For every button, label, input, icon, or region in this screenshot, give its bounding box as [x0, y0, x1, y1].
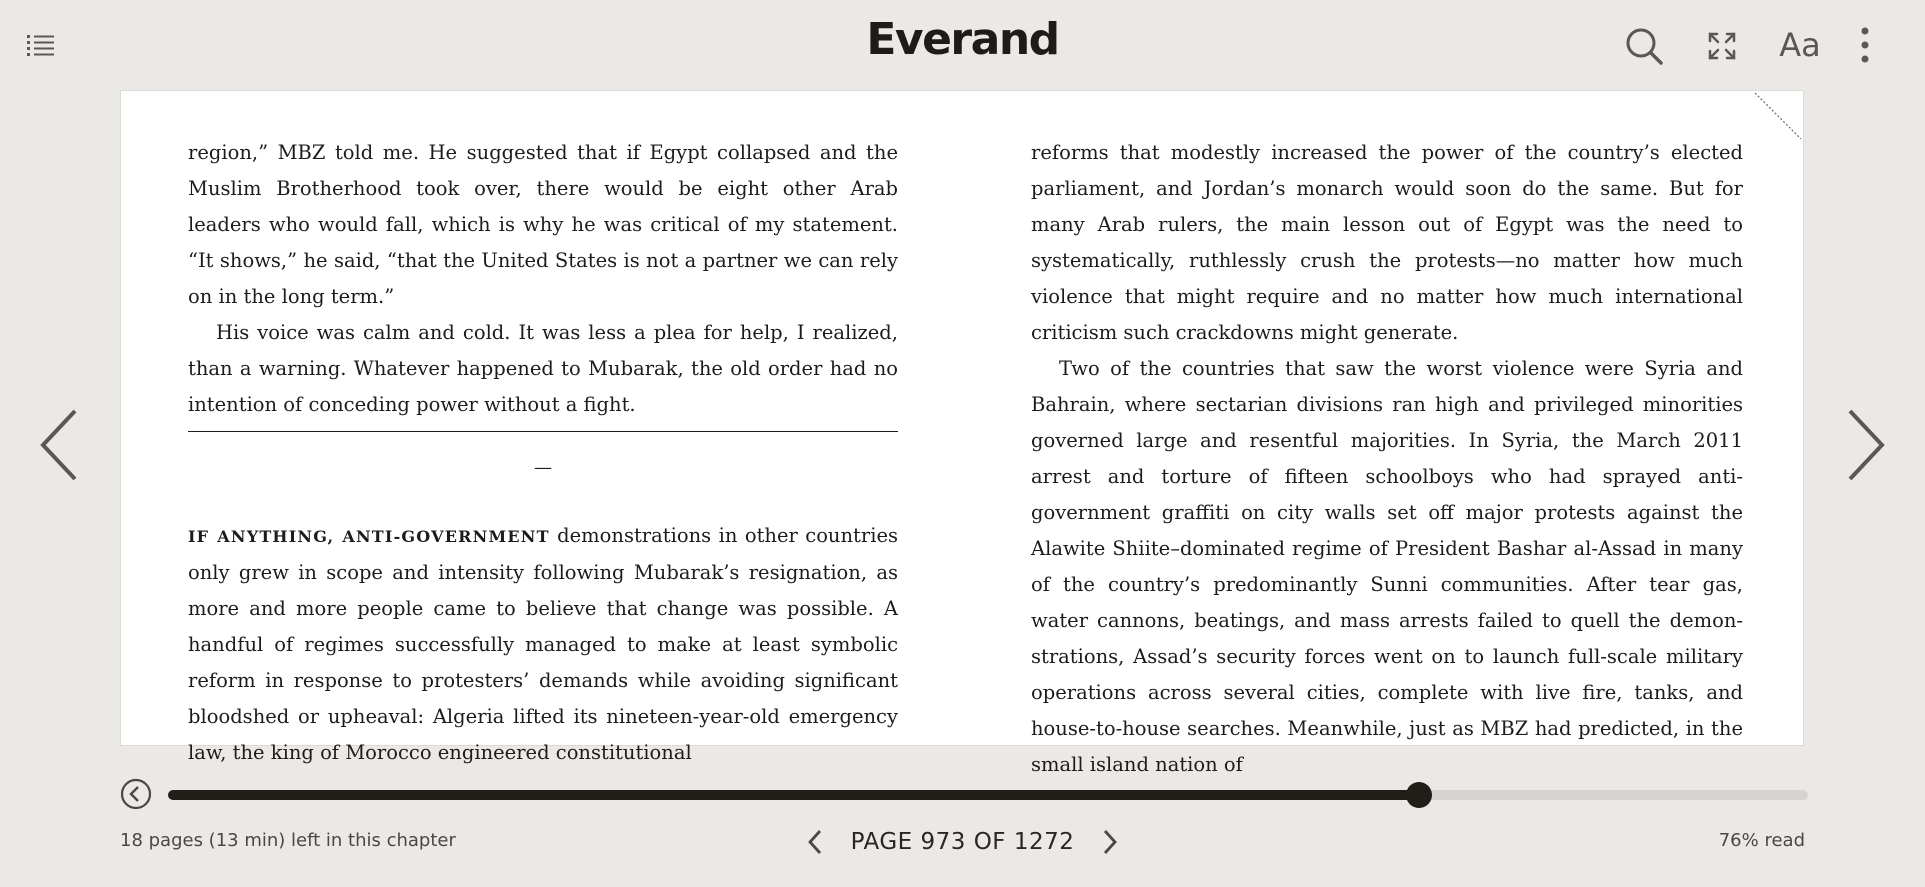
bookmark-corner[interactable]	[1753, 91, 1803, 141]
reading-progress-slider[interactable]	[168, 782, 1808, 808]
back-arrow-circle-icon	[120, 778, 152, 810]
paragraph: reforms that modestly increased the powe…	[1031, 141, 1743, 344]
progress-thumb[interactable]	[1406, 782, 1433, 808]
chevron-right-icon	[1104, 830, 1118, 854]
percent-read-text: 76% read	[1718, 830, 1805, 851]
next-page-button[interactable]	[1840, 405, 1890, 485]
page-number-label: PAGE 973 OF 1272	[850, 829, 1075, 855]
top-bar: Everand Aa	[0, 0, 1925, 90]
chevron-left-icon	[807, 830, 821, 854]
previous-page-button[interactable]	[35, 405, 85, 485]
paragraph: region,” MBZ told me. He suggested that …	[188, 141, 898, 308]
left-column: region,” MBZ told me. He suggested that …	[188, 135, 898, 771]
right-column: reforms that modestly increased the powe…	[1031, 135, 1743, 783]
paragraph: If anything, anti-government demonstrati…	[188, 518, 898, 771]
fullscreen-button[interactable]	[1700, 24, 1744, 68]
page-forward-button[interactable]	[1092, 820, 1128, 864]
progress-back-button[interactable]	[120, 778, 152, 810]
font-settings-button[interactable]: Aa	[1774, 20, 1826, 70]
paragraph-text: demonstrations in other countries only g…	[188, 524, 898, 764]
more-options-button[interactable]	[1850, 22, 1880, 68]
search-icon	[1626, 28, 1663, 65]
book-page: region,” MBZ told me. He suggested that …	[120, 90, 1804, 776]
section-break: —	[534, 457, 552, 478]
paragraph: His voice was calm and cold. It was less…	[188, 321, 898, 416]
chevron-right-icon	[1848, 409, 1885, 481]
page-back-button[interactable]	[797, 820, 833, 864]
fullscreen-icon	[1708, 32, 1736, 60]
lead-in-text: If anything, anti-government	[188, 527, 550, 546]
more-vertical-icon	[1861, 27, 1869, 63]
page-navigator: PAGE 973 OF 1272	[0, 820, 1925, 864]
paragraph: Two of the countries that saw the worst …	[1031, 357, 1743, 776]
progress-fill	[168, 790, 1420, 800]
search-button[interactable]	[1620, 22, 1668, 70]
section-rule	[188, 431, 898, 432]
chevron-left-icon	[40, 409, 77, 481]
